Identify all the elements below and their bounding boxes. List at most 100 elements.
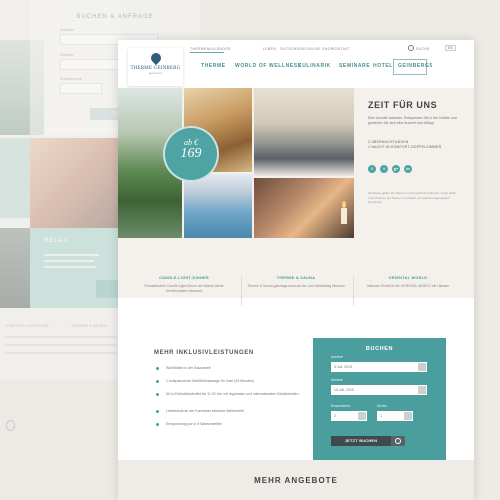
departure-label: Abreise (331, 378, 343, 382)
background-spa-photo (30, 138, 120, 228)
feature-oriental-world: ORIENTAL WORLD Inklusive Eintritt in die… (358, 276, 458, 289)
candle (341, 208, 347, 224)
booking-title: BUCHEN (365, 346, 394, 352)
facebook-icon[interactable]: f (368, 165, 376, 173)
logo-tagline: spa resort (148, 71, 163, 75)
background-map (0, 380, 120, 500)
background-text-line (44, 254, 99, 256)
background-text-line (44, 266, 96, 268)
logo-mark-icon (148, 50, 163, 66)
divider (241, 275, 242, 305)
nav-hotel[interactable]: HOTEL (373, 63, 393, 69)
inclusive-item: All-in-Frühstücksbuffet bis 11.00 Uhr mi… (156, 392, 321, 397)
hero-photo-pool (184, 174, 252, 238)
children-value: 1 (380, 414, 382, 418)
bullet-icon (156, 392, 159, 396)
utility-link-underline (190, 52, 224, 53)
background-text-label: THERMEN & SAUNEN (71, 324, 108, 328)
background-text-label: VITALHOTEL GOTSCHEBE (5, 324, 49, 328)
language-switch[interactable]: EN (445, 45, 456, 51)
inclusive-item-text: Entspannung pur in 5 Wasserwelten (166, 422, 223, 426)
inclusive-item-text: Liebsmüsik an der Karnmbar inklusive Wei… (166, 409, 244, 413)
background-relax-title: RELAX (44, 238, 69, 244)
inclusive-item: 1 entspannende Wohlfühlmassage für Zwei … (156, 379, 321, 384)
calendar-icon[interactable] (418, 386, 426, 394)
offer-title: ZEIT FÜR UNS (368, 100, 438, 110)
search-icon (395, 438, 401, 444)
feature-title: THERME & SAUNA (276, 276, 316, 280)
booking-search-button[interactable] (391, 436, 405, 446)
utility-link-vouchers[interactable]: GUTSCHEINE (280, 47, 306, 51)
search-icon[interactable] (408, 45, 414, 51)
chevron-down-icon[interactable] (358, 412, 366, 420)
website-page: THERME GEINBERG spa resort THERMENKALEND… (118, 40, 474, 500)
utility-link-shop[interactable]: ONLINE SHOP (306, 47, 333, 51)
adults-value: 2 (334, 414, 336, 418)
more-offers-section: MEHR ANGEBOTE (118, 460, 474, 500)
feature-therme-sauna: THERME & SAUNA Therme & Sauna ganztags a… (246, 276, 346, 289)
background-tile (0, 138, 30, 218)
candle-flame (342, 201, 346, 208)
feature-description: Romantisches Candle-Light-Dinner am Aben… (144, 284, 224, 293)
utility-link-contact[interactable]: KONTAKT (332, 47, 350, 51)
feature-description: Therme & Sauna ganztags auch am An- und … (247, 284, 345, 288)
bullet-icon (156, 366, 159, 370)
more-offers-title: MEHR ANGEBOTE (254, 476, 338, 485)
departure-date-value: 15.Juli, 2015 (334, 388, 354, 392)
feature-title: ORIENTAL WORLD (388, 276, 428, 280)
arrival-date-value: 5.Juli, 2015 (334, 365, 352, 369)
nav-seminare[interactable]: SEMINARE (339, 63, 370, 69)
map-pin-icon (6, 420, 15, 431)
nav-kulinarik[interactable]: KULINARIK (298, 63, 331, 69)
nav-therme[interactable]: THERME (201, 63, 226, 69)
calendar-icon[interactable] (418, 363, 426, 371)
background-booking-title: BUCHEN & ANFRAGE (76, 14, 154, 20)
chevron-down-icon[interactable] (404, 412, 412, 420)
children-select[interactable]: 1 (377, 411, 413, 421)
inclusive-item-text: All-in-Frühstücksbuffet bis 11.00 Uhr mi… (166, 392, 299, 396)
hero-photo-massage (254, 178, 354, 238)
background-input (60, 83, 102, 94)
linkedin-icon[interactable]: in (404, 165, 412, 173)
background-photo (0, 228, 30, 308)
inclusive-title: MEHR INKLUSIVLEISTUNGEN (154, 350, 254, 356)
hero-photo-bedroom (254, 88, 354, 176)
search-label[interactable]: SUCHE (416, 47, 430, 51)
adults-select[interactable]: 2 (331, 411, 367, 421)
background-text-line (44, 260, 94, 262)
nav-geinberg5[interactable]: GEINBERG5 (398, 63, 433, 69)
offer-list-item: 1 NACHT IM KOMFORT-DOPPELZIMMER (368, 145, 442, 149)
inclusive-item: Entspannung pur in 5 Wasserwelten (156, 422, 321, 427)
arrival-date-field[interactable]: 5.Juli, 2015 (331, 362, 427, 372)
inclusive-item-text: Wohlfühlen in der Saunawelt (166, 366, 211, 370)
price-value: 169 (180, 146, 202, 161)
nav-world-of-wellness[interactable]: WORLD OF WELLNESS (235, 63, 302, 69)
background-label: Anreise (60, 27, 74, 32)
price-badge: ab € 169 (163, 126, 219, 182)
offer-small-print: Ab Preise gelten pro Person im Doppelzim… (368, 191, 456, 205)
departure-date-field[interactable]: 15.Juli, 2015 (331, 385, 427, 395)
utility-link-leben[interactable]: LEBEN (263, 47, 276, 51)
bullet-icon (156, 409, 159, 413)
adults-label: Erwachsene (331, 404, 351, 408)
book-now-button[interactable]: JETZT BUCHEN (331, 436, 391, 446)
offer-intro: Eine Auszeit zweisam. Entspannen Sie in … (368, 116, 457, 125)
utility-link-calendar[interactable]: THERMENKALENDER (190, 47, 231, 51)
twitter-icon[interactable]: t (380, 165, 388, 173)
offer-list: 2 ÜBERNACHTUNGEN 1 NACHT IM KOMFORT-DOPP… (368, 140, 468, 150)
bullet-icon (156, 422, 159, 426)
background-label: Abreise (60, 52, 74, 57)
background-label: Erwachsene (60, 76, 83, 81)
google-plus-icon[interactable]: g+ (392, 165, 400, 173)
divider (353, 275, 354, 305)
booking-widget: BUCHEN Anreise 5.Juli, 2015 Abreise 15.J… (313, 338, 446, 460)
logo[interactable]: THERME GEINBERG spa resort (128, 48, 183, 86)
inclusive-item: Liebsmüsik an der Karnmbar inklusive Wei… (156, 409, 321, 414)
arrival-label: Anreise (331, 355, 343, 359)
feature-title: CANDLE-LIGHT-DINNER (159, 276, 209, 280)
feature-candle-light-dinner: CANDLE-LIGHT-DINNER Romantisches Candle-… (134, 276, 234, 294)
hero-section: ab € 169 ZEIT FÜR UNS Eine Auszeit zweis… (118, 88, 474, 298)
feature-description: Inklusive Eintritt in die ORIENTAL WORLD… (366, 284, 450, 288)
children-label: Kinder (377, 404, 388, 408)
background-relax-button (96, 280, 118, 298)
